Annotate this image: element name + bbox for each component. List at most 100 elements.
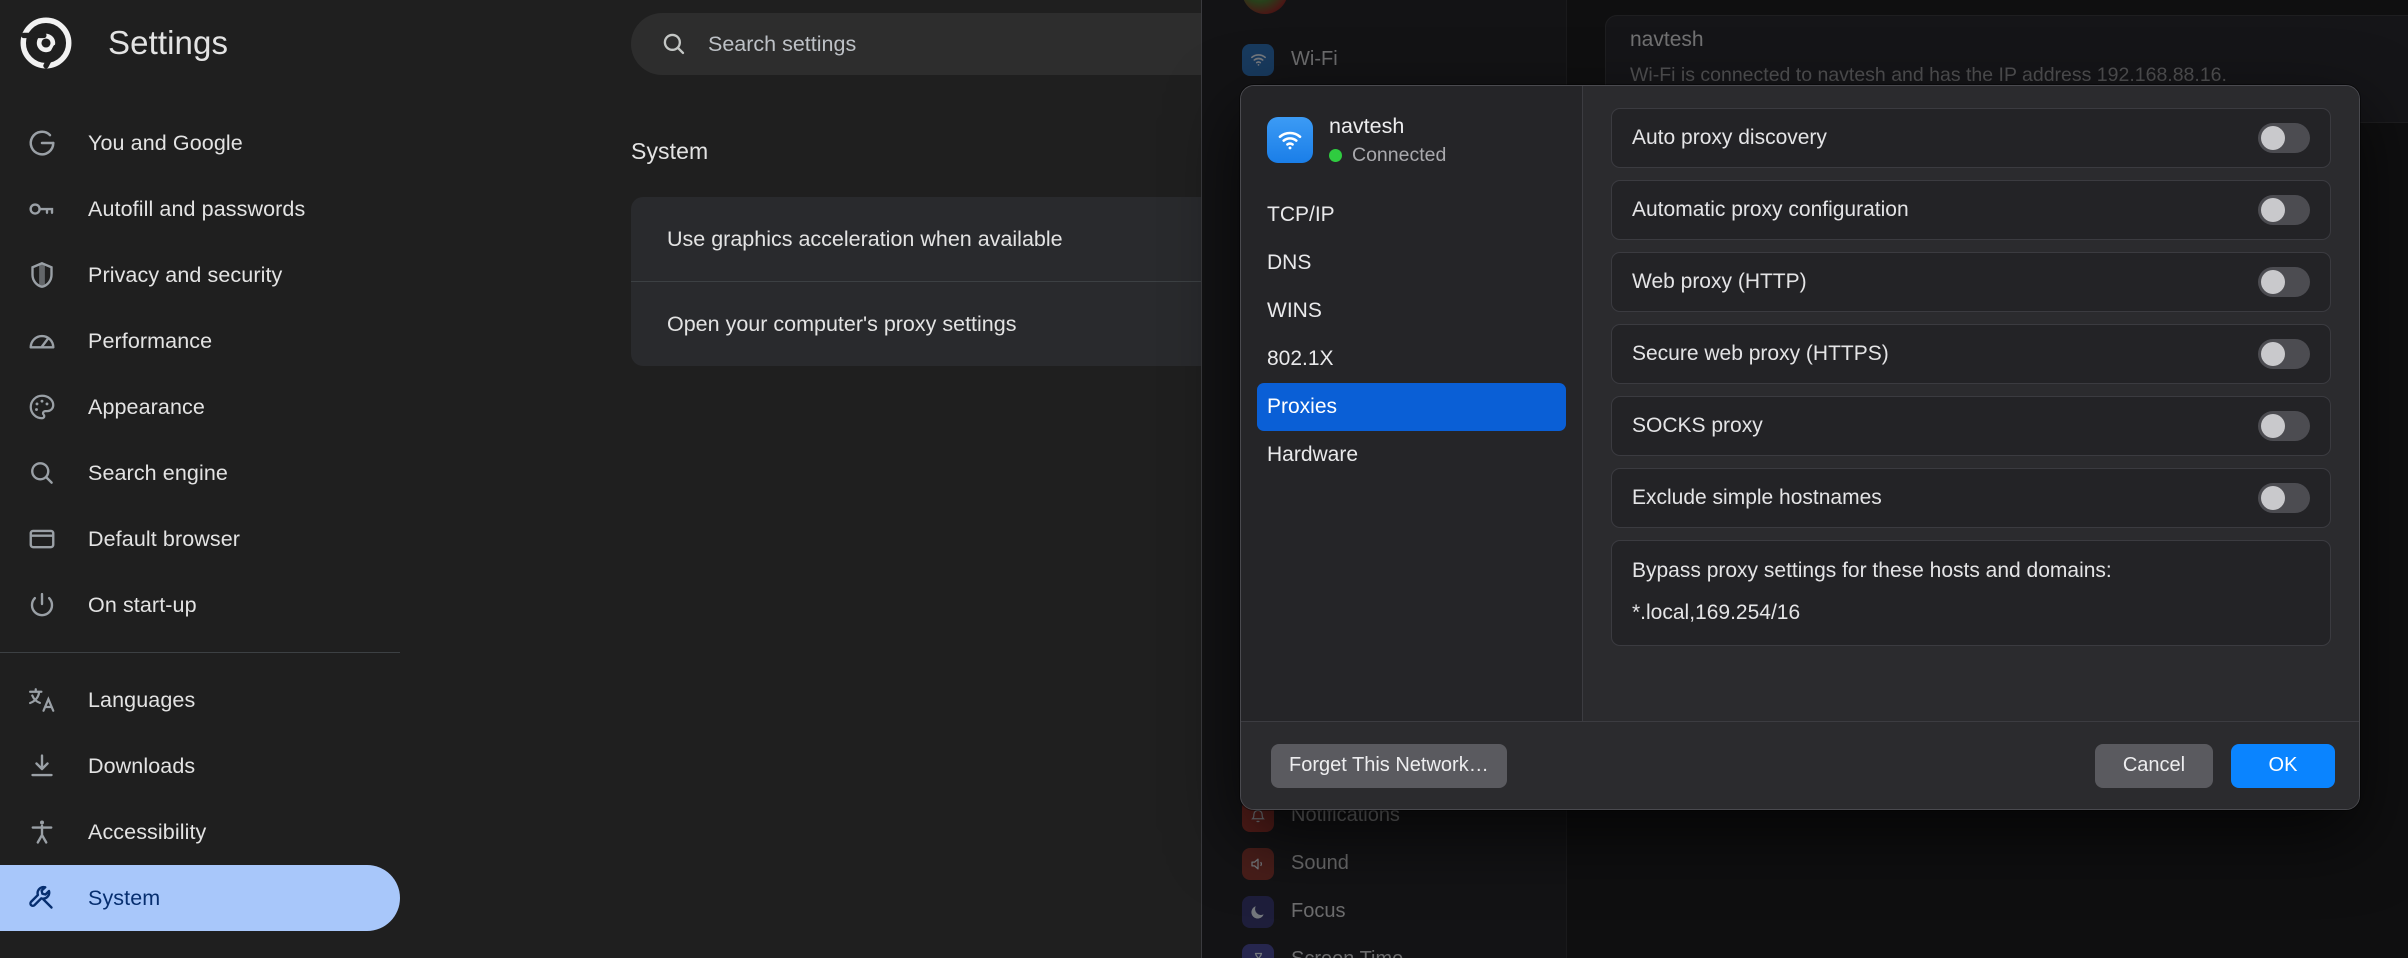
option-label: Secure web proxy (HTTPS): [1632, 342, 1889, 366]
proxies-dialog-footer: Forget This Network… Cancel OK: [1241, 721, 2359, 809]
dialog-tab-proxies[interactable]: Proxies: [1257, 383, 1566, 431]
translate-icon: [24, 682, 60, 718]
dialog-tab-label: DNS: [1267, 251, 1311, 275]
sidebar-item-label: You and Google: [88, 131, 243, 156]
sidebar-item-autofill-and-passwords[interactable]: Autofill and passwords: [0, 176, 620, 242]
sidebar-item-label: Accessibility: [88, 820, 206, 845]
macos-sidebar-item-label: Focus: [1291, 900, 1345, 923]
sidebar-item-system[interactable]: System: [0, 865, 400, 931]
key-icon: [24, 191, 60, 227]
power-icon: [24, 587, 60, 623]
sidebar-item-search-engine[interactable]: Search engine: [0, 440, 620, 506]
toggle-knob: [2261, 126, 2285, 150]
shield-icon: [24, 257, 60, 293]
macos-sidebar-item-focus[interactable]: Focus: [1214, 888, 1554, 935]
macos-sidebar-item-wi-fi[interactable]: Wi-Fi: [1214, 36, 1554, 83]
google-g-icon: [24, 125, 60, 161]
toggle-knob: [2261, 198, 2285, 222]
toggle-web-proxy-http[interactable]: [2258, 267, 2310, 297]
toggle-socks-proxy[interactable]: [2258, 411, 2310, 441]
setting-row-label: Use graphics acceleration when available: [667, 227, 1063, 252]
sidebar-item-you-and-google[interactable]: You and Google: [0, 110, 620, 176]
toggle-exclude-simple-hostnames[interactable]: [2258, 483, 2310, 513]
option-label: Auto proxy discovery: [1632, 126, 1827, 150]
dialog-tab-dns[interactable]: DNS: [1257, 239, 1566, 287]
browser-window-icon: [24, 521, 60, 557]
cancel-button[interactable]: Cancel: [2095, 744, 2213, 788]
screen-root: Settings You and Google: [0, 0, 2408, 958]
dialog-tab-label: 802.1X: [1267, 347, 1334, 371]
download-icon: [24, 748, 60, 784]
sidebar-item-appearance[interactable]: Appearance: [0, 374, 620, 440]
sidebar-divider: [0, 652, 400, 653]
wifi-icon: [1242, 44, 1274, 76]
chrome-nav-list: You and Google Autofill and passwords: [0, 110, 620, 931]
accessibility-icon: [24, 814, 60, 850]
sidebar-item-downloads[interactable]: Downloads: [0, 733, 620, 799]
toggle-secure-web-proxy-https[interactable]: [2258, 339, 2310, 369]
dialog-tab-label: WINS: [1267, 299, 1322, 323]
forget-this-network-button[interactable]: Forget This Network…: [1271, 744, 1507, 788]
macos-sidebar-item-sound[interactable]: Sound: [1214, 840, 1554, 887]
bypass-proxy-box: Bypass proxy settings for these hosts an…: [1611, 540, 2331, 646]
sidebar-item-accessibility[interactable]: Accessibility: [0, 799, 620, 865]
option-row-socks-proxy: SOCKS proxy: [1611, 396, 2331, 456]
proxies-dialog-body: navtesh Connected TCP/IP DNS WINS: [1241, 86, 2359, 721]
wrench-icon: [24, 880, 60, 916]
macos-sidebar-item-apple-account[interactable]: Apple Account: [1214, 0, 1554, 14]
status-badge: Connected: [1329, 144, 1446, 167]
chrome-settings-title: Settings: [108, 24, 228, 62]
proxies-dialog-sidebar: navtesh Connected TCP/IP DNS WINS: [1241, 86, 1583, 721]
speedometer-icon: [24, 323, 60, 359]
sidebar-item-label: On start-up: [88, 593, 197, 618]
macos-sidebar-item-label: Screen Time: [1291, 948, 1403, 958]
sidebar-item-label: Performance: [88, 329, 212, 354]
palette-icon: [24, 389, 60, 425]
sidebar-item-label: Search engine: [88, 461, 228, 486]
option-label: Automatic proxy configuration: [1632, 198, 1909, 222]
network-info-title: navtesh: [1630, 28, 2408, 52]
toggle-auto-proxy-discovery[interactable]: [2258, 123, 2310, 153]
toggle-knob: [2261, 486, 2285, 510]
bypass-proxy-label: Bypass proxy settings for these hosts an…: [1632, 559, 2310, 583]
sidebar-item-label: Autofill and passwords: [88, 197, 305, 222]
option-label: Exclude simple hostnames: [1632, 486, 1882, 510]
macos-sidebar-item-screen-time[interactable]: Screen Time: [1214, 936, 1554, 958]
dialog-tab-wins[interactable]: WINS: [1257, 287, 1566, 335]
chrome-logo-icon: [20, 17, 72, 69]
toggle-knob: [2261, 414, 2285, 438]
chrome-brand: Settings: [0, 0, 620, 86]
sidebar-item-label: Privacy and security: [88, 263, 282, 288]
dialog-tab-label: TCP/IP: [1267, 203, 1335, 227]
dialog-tab-802-1x[interactable]: 802.1X: [1257, 335, 1566, 383]
ok-button[interactable]: OK: [2231, 744, 2335, 788]
sidebar-item-default-browser[interactable]: Default browser: [0, 506, 620, 572]
option-label: SOCKS proxy: [1632, 414, 1763, 438]
toggle-automatic-proxy-configuration[interactable]: [2258, 195, 2310, 225]
status-dot-icon: [1329, 149, 1342, 162]
apple-account-avatar: [1242, 0, 1288, 14]
dialog-tab-label: Proxies: [1267, 395, 1337, 419]
sidebar-item-privacy-and-security[interactable]: Privacy and security: [0, 242, 620, 308]
dialog-tab-tcp-ip[interactable]: TCP/IP: [1257, 191, 1566, 239]
option-row-exclude-simple-hostnames: Exclude simple hostnames: [1611, 468, 2331, 528]
network-meta: navtesh Connected: [1329, 114, 1446, 167]
macos-sidebar-item-label: Sound: [1291, 852, 1349, 875]
option-row-web-proxy-http: Web proxy (HTTP): [1611, 252, 2331, 312]
sidebar-item-languages[interactable]: Languages: [0, 667, 620, 733]
macos-sidebar-item-label: Apple Account: [1305, 0, 1433, 2]
sidebar-item-on-start-up[interactable]: On start-up: [0, 572, 620, 638]
sidebar-item-performance[interactable]: Performance: [0, 308, 620, 374]
sidebar-item-label: Languages: [88, 688, 195, 713]
search-icon: [660, 30, 688, 58]
setting-row-label: Open your computer's proxy settings: [667, 312, 1016, 337]
dialog-tab-hardware[interactable]: Hardware: [1257, 431, 1566, 479]
focus-moon-icon: [1242, 896, 1274, 928]
proxies-dialog: navtesh Connected TCP/IP DNS WINS: [1240, 85, 2360, 810]
page-title: System: [631, 138, 708, 165]
macos-sidebar-item-label: Wi-Fi: [1291, 48, 1338, 71]
chrome-sidebar: Settings You and Google: [0, 0, 620, 958]
bypass-proxy-input[interactable]: [1632, 601, 2310, 625]
sound-icon: [1242, 848, 1274, 880]
wifi-icon: [1267, 117, 1313, 163]
